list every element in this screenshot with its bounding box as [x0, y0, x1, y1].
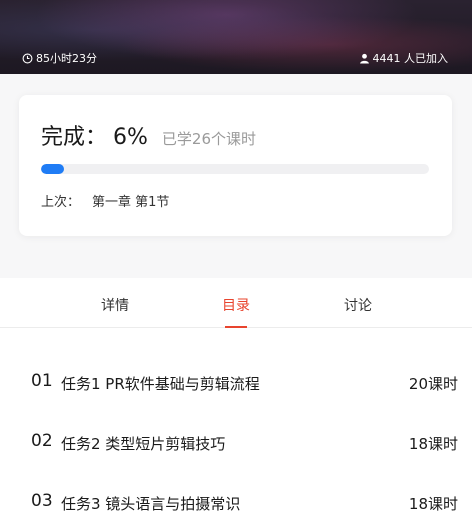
tab-details[interactable]: 详情 [95, 295, 135, 315]
course-number: 01 [31, 371, 53, 391]
progress-bar-fill [41, 164, 65, 174]
joined-text: 4441 人已加入 [372, 52, 449, 65]
course-cover-banner: 85小时23分 4441 人已加入 [0, 0, 472, 74]
last-studied-chapter: 第一章 第1节 [92, 195, 170, 210]
course-title: 任务1 PR软件基础与剪辑流程 [61, 375, 260, 393]
user-icon [359, 53, 369, 64]
course-hours: 20课时 [408, 375, 458, 393]
tab-discussion[interactable]: 讨论 [338, 295, 378, 315]
list-item[interactable]: 03 任务3 镜头语言与拍摄常识 18课时 [0, 481, 472, 521]
active-tab-indicator [225, 326, 247, 328]
last-studied[interactable]: 上次： 第一章 第1节 [41, 191, 169, 210]
progress-bar [41, 164, 429, 174]
tab-bar: 详情 目录 讨论 [0, 278, 472, 328]
completion-percent: 6% [113, 125, 148, 150]
tab-catalog[interactable]: 目录 [216, 295, 256, 315]
completion-row: 完成： 6% 已学26个课时 [41, 119, 256, 151]
course-title: 任务2 类型短片剪辑技巧 [61, 435, 226, 453]
course-number: 03 [31, 491, 53, 511]
clock-icon [22, 53, 33, 63]
course-hours: 18课时 [408, 435, 458, 453]
duration-text: 85小时23分 [36, 52, 97, 65]
list-item[interactable]: 02 任务2 类型短片剪辑技巧 18课时 [0, 421, 472, 461]
joined-stat: 4441 人已加入 [359, 50, 449, 66]
duration-stat: 85小时23分 [22, 50, 97, 66]
list-item[interactable]: 01 任务1 PR软件基础与剪辑流程 20课时 [0, 361, 472, 401]
course-hours: 18课时 [408, 495, 458, 513]
course-title: 任务3 镜头语言与拍摄常识 [61, 495, 241, 513]
completion-label: 完成： [41, 125, 108, 150]
last-studied-label: 上次： [41, 195, 81, 210]
course-number: 02 [31, 431, 53, 451]
lessons-learned: 已学26个课时 [161, 130, 257, 148]
progress-card: 完成： 6% 已学26个课时 上次： 第一章 第1节 [19, 95, 452, 236]
